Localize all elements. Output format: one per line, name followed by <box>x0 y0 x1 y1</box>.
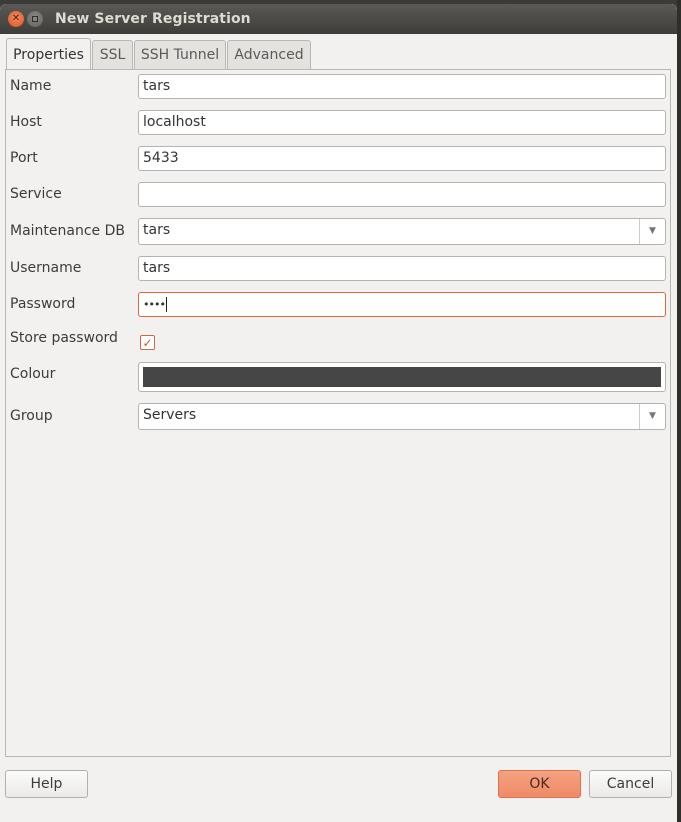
chevron-down-icon[interactable]: ▼ <box>639 219 665 244</box>
password-label: Password <box>10 296 76 312</box>
dialog-window: ✕ New Server Registration Properties SSL… <box>0 4 677 822</box>
host-input[interactable]: localhost <box>138 110 666 135</box>
name-input[interactable]: tars <box>138 74 666 99</box>
text-caret <box>165 296 167 312</box>
username-input[interactable]: tars <box>138 256 666 281</box>
colour-swatch <box>143 367 661 387</box>
password-mask: •••• <box>143 298 166 311</box>
ok-button[interactable]: OK <box>498 770 581 798</box>
group-value: Servers <box>143 407 197 423</box>
colour-picker[interactable] <box>138 362 666 392</box>
cancel-button[interactable]: Cancel <box>589 770 672 798</box>
maintenance-db-label: Maintenance DB <box>10 223 125 239</box>
store-password-checkbox[interactable]: ✓ <box>140 335 155 350</box>
tab-properties[interactable]: Properties <box>6 38 91 70</box>
tab-ssl[interactable]: SSL <box>92 40 133 69</box>
password-input[interactable]: •••• <box>138 292 666 317</box>
title-bar: ✕ New Server Registration <box>0 4 677 34</box>
window-title: New Server Registration <box>55 11 251 27</box>
chevron-down-icon[interactable]: ▼ <box>639 404 665 429</box>
background-edge <box>677 0 681 822</box>
maintenance-db-combo[interactable]: tars ▼ <box>138 218 666 245</box>
minimize-icon[interactable] <box>27 11 43 27</box>
group-combo[interactable]: Servers ▼ <box>138 403 666 430</box>
port-label: Port <box>10 150 38 166</box>
username-label: Username <box>10 260 82 276</box>
close-icon[interactable]: ✕ <box>8 11 24 27</box>
group-label: Group <box>10 408 53 424</box>
colour-label: Colour <box>10 366 56 382</box>
check-icon: ✓ <box>142 335 153 350</box>
service-input[interactable] <box>138 182 666 207</box>
host-label: Host <box>10 114 42 130</box>
maintenance-db-value: tars <box>143 222 171 238</box>
tab-ssh-tunnel[interactable]: SSH Tunnel <box>134 40 226 69</box>
service-label: Service <box>10 186 62 202</box>
help-button[interactable]: Help <box>5 770 88 798</box>
tab-advanced[interactable]: Advanced <box>227 40 311 69</box>
store-password-label: Store password <box>10 330 118 346</box>
name-label: Name <box>10 78 52 94</box>
port-input[interactable]: 5433 <box>138 146 666 171</box>
